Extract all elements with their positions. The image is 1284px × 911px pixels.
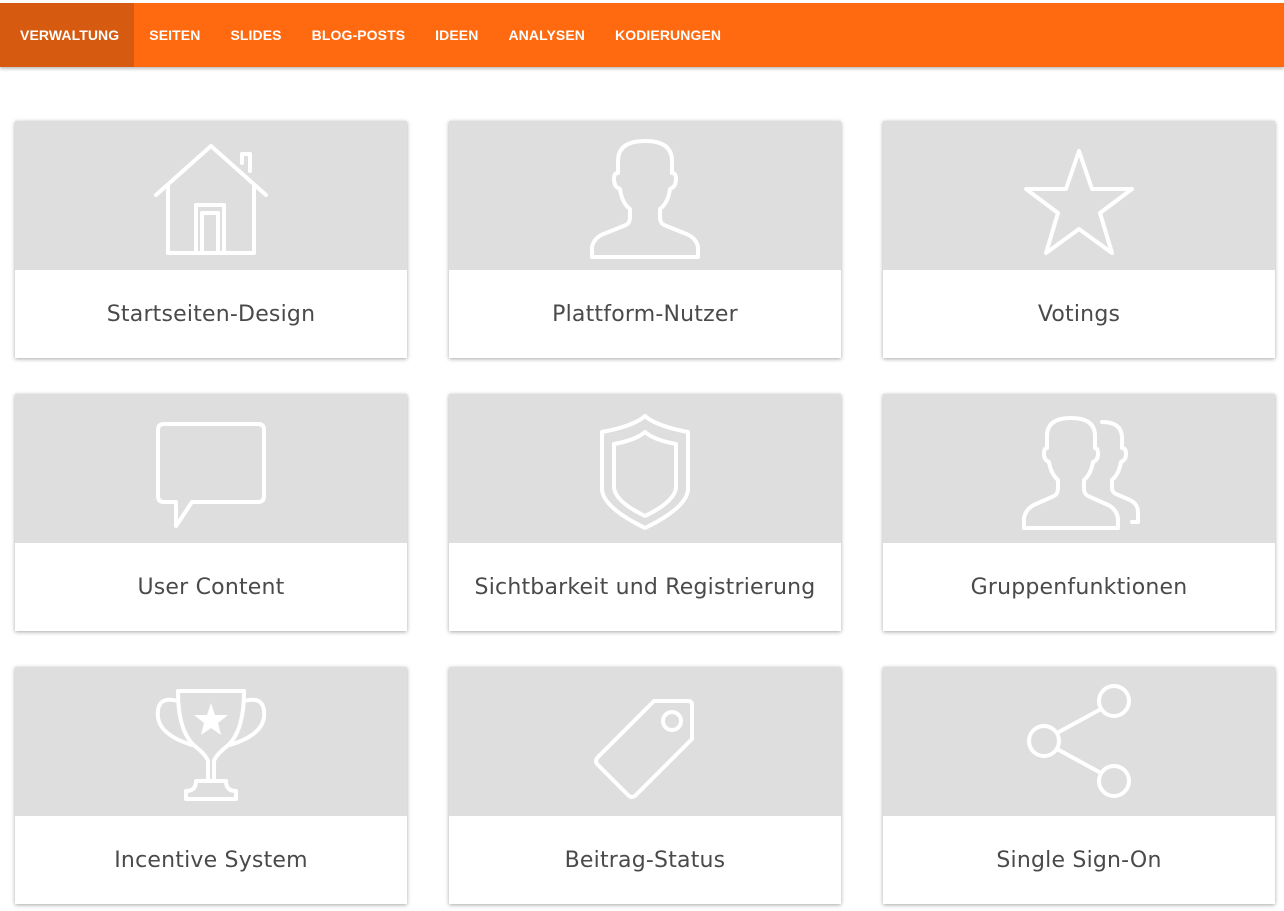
card-gruppenfunktionen[interactable]: Gruppenfunktionen: [883, 394, 1275, 631]
card-label: Sichtbarkeit und Registrierung: [474, 574, 816, 600]
nav-item-slides[interactable]: SLIDES: [215, 3, 296, 67]
top-navigation-bar: VERWALTUNG SEITEN SLIDES BLOG-POSTS IDEE…: [0, 3, 1284, 67]
card-label: Incentive System: [114, 847, 308, 873]
speech-bubble-icon: [156, 421, 266, 528]
card-header: [15, 667, 407, 816]
card-label: User Content: [137, 574, 285, 600]
card-header: [15, 121, 407, 270]
card-label: Single Sign-On: [996, 847, 1162, 873]
card-label: Beitrag-Status: [564, 847, 726, 873]
nav-item-seiten[interactable]: SEITEN: [134, 3, 215, 67]
home-icon: [154, 143, 268, 255]
card-header: [883, 667, 1275, 816]
nav-item-ideen[interactable]: IDEEN: [420, 3, 493, 67]
card-header: [449, 394, 841, 543]
card-sichtbarkeit-und-registrierung[interactable]: Sichtbarkeit und Registrierung: [449, 394, 841, 631]
card-header: [883, 121, 1275, 270]
card-header: [15, 394, 407, 543]
card-single-sign-on[interactable]: Single Sign-On: [883, 667, 1275, 904]
card-startseiten-design[interactable]: Startseiten-Design: [15, 121, 407, 358]
tag-icon: [594, 698, 694, 799]
shield-icon: [600, 413, 690, 530]
card-header: [449, 667, 841, 816]
nav-item-analysen[interactable]: ANALYSEN: [493, 3, 600, 67]
trophy-icon: [155, 688, 267, 801]
card-user-content[interactable]: User Content: [15, 394, 407, 631]
card-plattform-nutzer[interactable]: Plattform-Nutzer: [449, 121, 841, 358]
user-icon: [590, 138, 700, 259]
card-header: [449, 121, 841, 270]
card-label: Plattform-Nutzer: [552, 301, 738, 327]
nav-item-verwaltung[interactable]: VERWALTUNG: [0, 3, 135, 67]
star-icon: [1024, 148, 1134, 255]
nav-item-kodierungen[interactable]: KODIERUNGEN: [600, 3, 736, 67]
card-label: Votings: [1037, 301, 1121, 327]
nav-item-blog-posts[interactable]: BLOG-POSTS: [297, 3, 421, 67]
card-label: Gruppenfunktionen: [970, 574, 1188, 600]
share-icon: [1027, 683, 1131, 798]
card-votings[interactable]: Votings: [883, 121, 1275, 358]
users-group-icon: [1022, 415, 1140, 530]
card-incentive-system[interactable]: Incentive System: [15, 667, 407, 904]
card-label: Startseiten-Design: [106, 301, 316, 327]
card-header: [883, 394, 1275, 543]
card-beitrag-status[interactable]: Beitrag-Status: [449, 667, 841, 904]
